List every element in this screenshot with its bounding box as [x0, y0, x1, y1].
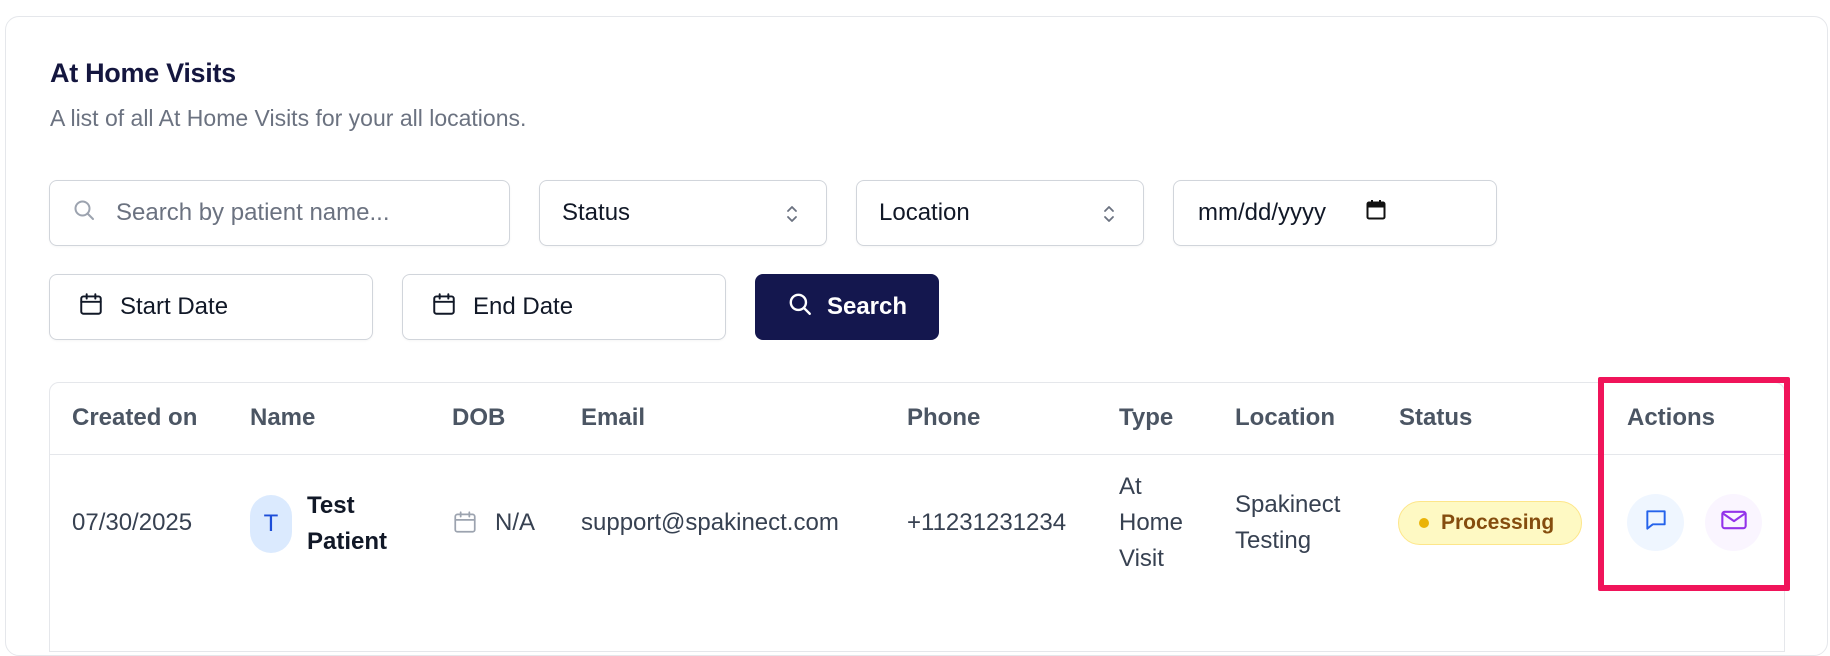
column-header-location[interactable]: Location — [1235, 404, 1335, 432]
search-button-label: Search — [826, 293, 908, 320]
status-badge: Processing — [1398, 501, 1582, 545]
date-input[interactable]: mm/dd/yyyy — [1173, 180, 1497, 246]
cell-location: Spakinect Testing — [1235, 487, 1340, 559]
type-line: Visit — [1119, 545, 1164, 572]
name-line: Patient — [307, 528, 388, 555]
chevron-up-down-icon — [1101, 203, 1117, 225]
type-line: Home — [1119, 509, 1184, 536]
column-header-email[interactable]: Email — [581, 404, 645, 432]
page-subtitle: A list of all At Home Visits for your al… — [50, 105, 527, 131]
status-badge-label: Processing — [1441, 511, 1555, 534]
calendar-icon — [78, 291, 104, 324]
search-icon — [72, 198, 96, 229]
cell-dob: N/A — [495, 509, 536, 536]
chevron-up-down-icon — [784, 203, 800, 225]
cell-name[interactable]: Test Patient — [307, 488, 387, 560]
cell-created-on: 07/30/2025 — [72, 509, 193, 536]
column-header-type[interactable]: Type — [1119, 404, 1173, 432]
type-line: At — [1119, 473, 1142, 500]
column-header-name[interactable]: Name — [250, 404, 315, 432]
name-line: Test — [307, 492, 355, 519]
actions-highlight-box — [1598, 377, 1790, 591]
avatar: T — [250, 495, 292, 553]
table-header: Created on Name DOB Email Phone Type Loc… — [50, 383, 1784, 455]
search-input[interactable]: Search by patient name... — [49, 180, 510, 246]
cell-type: At Home Visit — [1119, 469, 1183, 577]
location-select-label: Location — [879, 199, 970, 226]
location-select[interactable]: Location — [856, 180, 1144, 246]
cell-phone: +11231231234 — [907, 509, 1067, 536]
status-select[interactable]: Status — [539, 180, 827, 246]
cell-email: support@spakinect.com — [581, 509, 839, 536]
visits-table: Created on Name DOB Email Phone Type Loc… — [49, 382, 1785, 652]
location-line: Testing — [1235, 527, 1312, 554]
start-date-label: Start Date — [120, 293, 229, 320]
start-date-picker[interactable]: Start Date — [49, 274, 373, 340]
calendar-icon[interactable] — [1366, 199, 1386, 228]
column-header-phone[interactable]: Phone — [907, 404, 980, 432]
column-header-status[interactable]: Status — [1399, 404, 1472, 432]
search-placeholder: Search by patient name... — [116, 199, 390, 226]
calendar-icon — [431, 291, 457, 324]
page-title: At Home Visits — [50, 58, 236, 88]
column-header-created-on[interactable]: Created on — [72, 404, 197, 432]
date-input-placeholder: mm/dd/yyyy — [1198, 199, 1327, 226]
status-select-label: Status — [562, 199, 631, 226]
search-button[interactable]: Search — [755, 274, 939, 340]
end-date-picker[interactable]: End Date — [402, 274, 726, 340]
status-dot — [1419, 518, 1429, 528]
location-line: Spakinect — [1235, 491, 1341, 518]
search-icon — [787, 291, 813, 324]
end-date-label: End Date — [473, 293, 574, 320]
calendar-icon — [452, 508, 478, 547]
column-header-dob[interactable]: DOB — [452, 404, 505, 432]
